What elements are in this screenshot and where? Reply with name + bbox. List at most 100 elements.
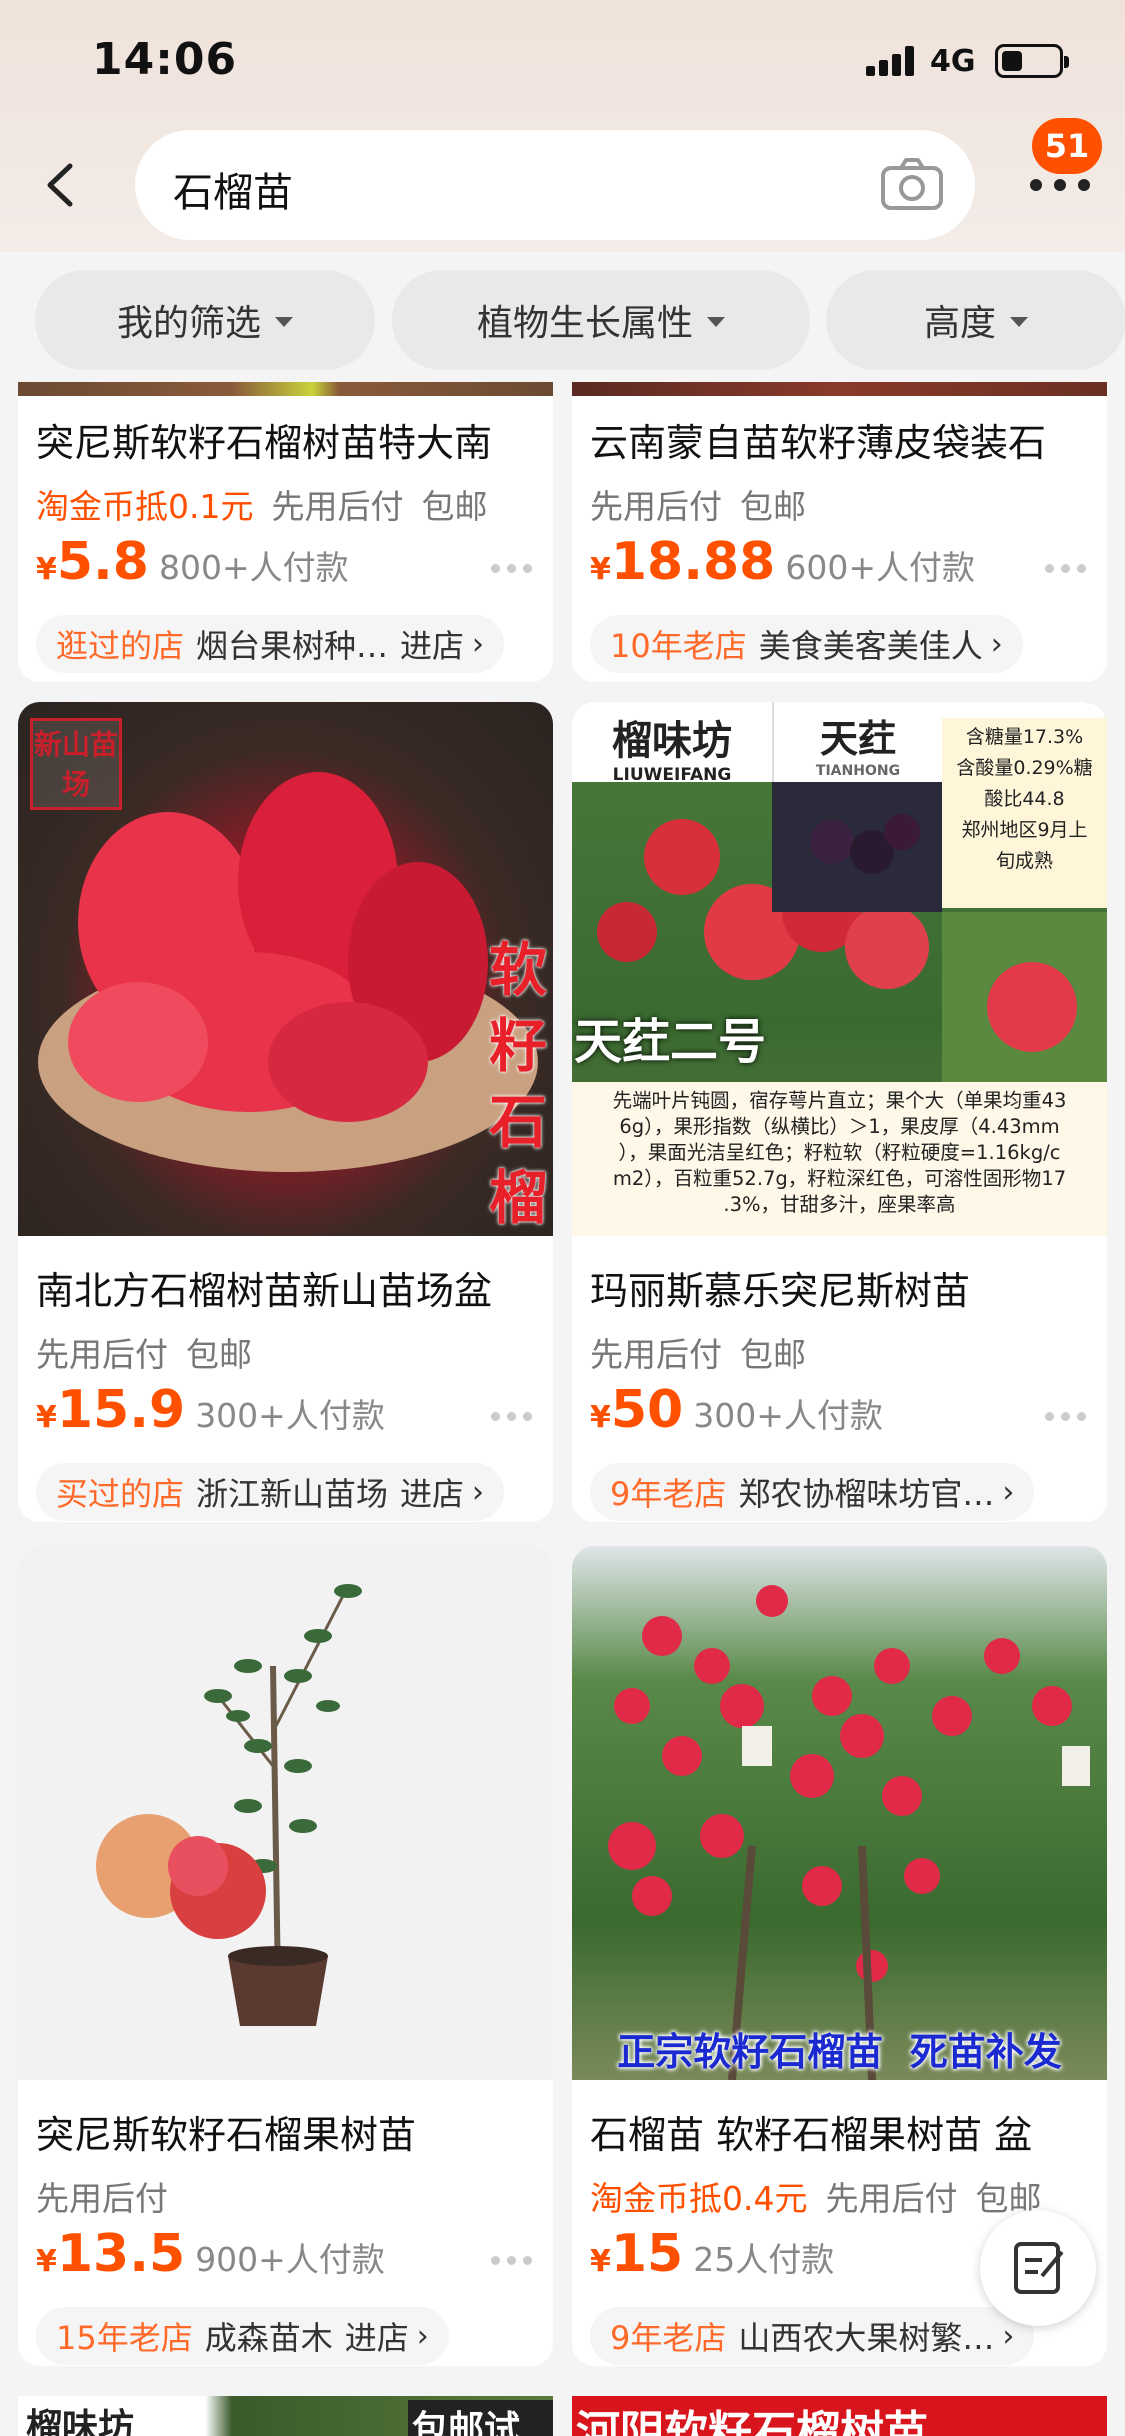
- product-card[interactable]: 突尼斯软籽石榴果树苗 先用后付 ¥13.5 900+人付款 15年老店 成森苗木 进店…: [18, 1546, 553, 2366]
- filter-my-filter[interactable]: 我的筛选: [35, 270, 375, 370]
- brand-stamp: 新山苗场: [30, 718, 122, 810]
- shop-link[interactable]: 买过的店 浙江新山苗场 进店 ›: [36, 1463, 505, 1521]
- brand-name-en: LIUWEIFANG: [612, 765, 732, 785]
- next-card-peek[interactable]: 榴味坊 包邮试种: [18, 2396, 553, 2436]
- product-title[interactable]: 云南蒙自苗软籽薄皮袋装石: [590, 412, 1100, 467]
- product-card[interactable]: 新山苗场 软籽石榴 南北方石榴树苗新山苗场盆 先用后付 包邮 ¥15.9 300+人…: [18, 702, 553, 1522]
- price-value: 15: [610, 2224, 684, 2284]
- product-spec-text: 先端叶片钝圆，宿存萼片直立；果个大（单果均重43 6g），果形指数（纵横比）＞1…: [572, 1082, 1107, 1236]
- product-title[interactable]: 南北方石榴树苗新山苗场盆: [36, 1260, 546, 1315]
- shop-label: 逛过的店: [56, 627, 185, 665]
- product-image[interactable]: [18, 382, 553, 396]
- tag: 先用后付: [36, 1335, 168, 1374]
- top-bar: 14:06 4G 石榴苗 51: [0, 0, 1125, 252]
- product-tags: 先用后付 包邮: [590, 480, 824, 528]
- shop-name: 成森苗木: [204, 2319, 333, 2357]
- product-title[interactable]: 突尼斯软籽石榴果树苗: [36, 2104, 546, 2159]
- tag: 包邮: [740, 1335, 806, 1374]
- brand2-name-en: TIANHONG: [815, 763, 901, 779]
- currency-symbol: ¥: [36, 1400, 57, 1435]
- currency-symbol: ¥: [590, 1400, 611, 1435]
- product-image[interactable]: 新山苗场 软籽石榴: [18, 702, 553, 1236]
- more-options-icon[interactable]: [1045, 564, 1089, 574]
- shop-name: 山西农大果树繁…: [738, 2319, 995, 2357]
- product-card[interactable]: 突尼斯软籽石榴树苗特大南 淘金币抵0.1元 先用后付 包邮 ¥5.8 800+人付款 …: [18, 382, 553, 682]
- price-value: 50: [610, 1380, 684, 1440]
- price-value: 15.9: [56, 1380, 186, 1440]
- spec-line: 先端叶片钝圆，宿存萼片直立；果个大（单果均重43: [612, 1089, 1067, 1112]
- product-image[interactable]: 正宗软籽石榴苗 死苗补发: [572, 1546, 1107, 2080]
- more-menu-icon[interactable]: [1030, 175, 1090, 195]
- coin-discount: 淘金币抵0.4元: [590, 2179, 808, 2218]
- note-line: 含糖量17.3%: [965, 726, 1084, 748]
- tag: 先用后付: [590, 487, 722, 526]
- product-price: ¥50 300+人付款: [590, 1380, 883, 1440]
- chevron-right-icon: ›: [1002, 1474, 1015, 1510]
- chevron-right-icon: ›: [472, 1474, 485, 1510]
- caret-down-icon: [1010, 317, 1028, 327]
- tag: 包邮: [421, 487, 488, 526]
- shop-label: 9年老店: [610, 2319, 727, 2357]
- product-title[interactable]: 玛丽斯慕乐突尼斯树苗: [590, 1260, 1100, 1315]
- more-options-icon[interactable]: [491, 1412, 535, 1422]
- brand-name: 榴味坊: [612, 718, 732, 764]
- product-title[interactable]: 石榴苗 软籽石榴果树苗 盆: [590, 2104, 1100, 2159]
- more-options-icon[interactable]: [491, 2256, 535, 2266]
- vertical-slogan: 软籽石榴: [488, 936, 547, 1232]
- filter-label: 植物生长属性: [476, 303, 693, 344]
- more-options-icon[interactable]: [491, 564, 535, 574]
- shop-name: 郑农协榴味坊官…: [738, 1475, 995, 1513]
- product-price: ¥15 25人付款: [590, 2224, 834, 2284]
- sold-count: 300+人付款: [195, 1396, 385, 1435]
- note-line: 旬成熟: [995, 850, 1053, 872]
- shop-link[interactable]: 9年老店 山西农大果树繁… ›: [590, 2307, 1035, 2365]
- guarantee-banner: 正宗软籽石榴苗 死苗补发: [617, 2030, 1062, 2074]
- note-line: 郑州地区9月上: [961, 819, 1088, 841]
- search-input[interactable]: 石榴苗: [173, 160, 293, 218]
- product-price: ¥18.88 600+人付款: [590, 532, 975, 592]
- search-bar[interactable]: 石榴苗: [135, 130, 975, 240]
- fruit-tree-illustration: [608, 1585, 1090, 2080]
- caret-down-icon: [275, 317, 293, 327]
- back-arrow-icon[interactable]: [38, 160, 88, 210]
- price-value: 18.88: [610, 532, 776, 592]
- potted-seedling-illustration: [96, 1584, 362, 2026]
- more-options-icon[interactable]: [1045, 1412, 1089, 1422]
- product-card[interactable]: 云南蒙自苗软籽薄皮袋装石 先用后付 包邮 ¥18.88 600+人付款 10年老店美…: [572, 382, 1107, 682]
- product-card[interactable]: 榴味坊 LIUWEIFANG 天荭 TIANHONG 含糖量17.3% 含酸量0…: [572, 702, 1107, 1522]
- feedback-button[interactable]: [980, 2210, 1096, 2326]
- product-image[interactable]: 榴味坊 LIUWEIFANG 天荭 TIANHONG 含糖量17.3% 含酸量0…: [572, 702, 1107, 1236]
- price-value: 13.5: [56, 2224, 186, 2284]
- product-tags: 先用后付 包邮: [590, 1328, 824, 1376]
- filter-growth-attribute[interactable]: 植物生长属性: [392, 270, 810, 370]
- brand2-name: 天荭: [819, 717, 896, 761]
- sold-count: 800+人付款: [159, 548, 349, 587]
- shop-link[interactable]: 9年老店 郑农协榴味坊官… ›: [590, 1463, 1035, 1521]
- tag: 包邮: [186, 1335, 252, 1374]
- product-image[interactable]: [572, 382, 1107, 396]
- shop-link[interactable]: 逛过的店 烟台果树种… 进店 ›: [36, 615, 505, 673]
- note-line: 含酸量0.29%糖: [956, 757, 1093, 779]
- shop-label: 10年老店: [610, 627, 747, 665]
- filter-label: 我的筛选: [116, 303, 261, 344]
- sold-count: 25人付款: [693, 2240, 835, 2279]
- shop-label: 买过的店: [56, 1475, 185, 1513]
- tag: 先用后付: [590, 1335, 722, 1374]
- spec-line: ），果面光洁呈红色；籽粒软（籽粒硬度=1.16kg/c: [618, 1141, 1061, 1164]
- shop-link[interactable]: 15年老店 成森苗木 进店 ›: [36, 2307, 449, 2365]
- variety-name: 天荭二号: [574, 1014, 767, 1070]
- brand2-logo-text: 天荭 TIANHONG: [772, 702, 942, 782]
- filter-bar: 我的筛选 植物生长属性 高度: [0, 252, 1125, 382]
- filter-height[interactable]: 高度: [826, 270, 1125, 370]
- product-price: ¥13.5 900+人付款: [36, 2224, 385, 2284]
- caret-down-icon: [707, 317, 725, 327]
- product-tags: 先用后付 包邮: [36, 1328, 270, 1376]
- product-image[interactable]: [18, 1546, 553, 2080]
- camera-icon[interactable]: [879, 156, 945, 212]
- chevron-right-icon: ›: [472, 626, 485, 662]
- peek-text: 河阴软籽石榴树苗: [576, 2407, 928, 2436]
- currency-symbol: ¥: [590, 552, 611, 587]
- shop-link[interactable]: 10年老店 美食美客美佳人 ›: [590, 615, 1023, 673]
- product-title[interactable]: 突尼斯软籽石榴树苗特大南: [36, 412, 546, 467]
- next-card-peek[interactable]: 河阴软籽石榴树苗: [572, 2396, 1107, 2436]
